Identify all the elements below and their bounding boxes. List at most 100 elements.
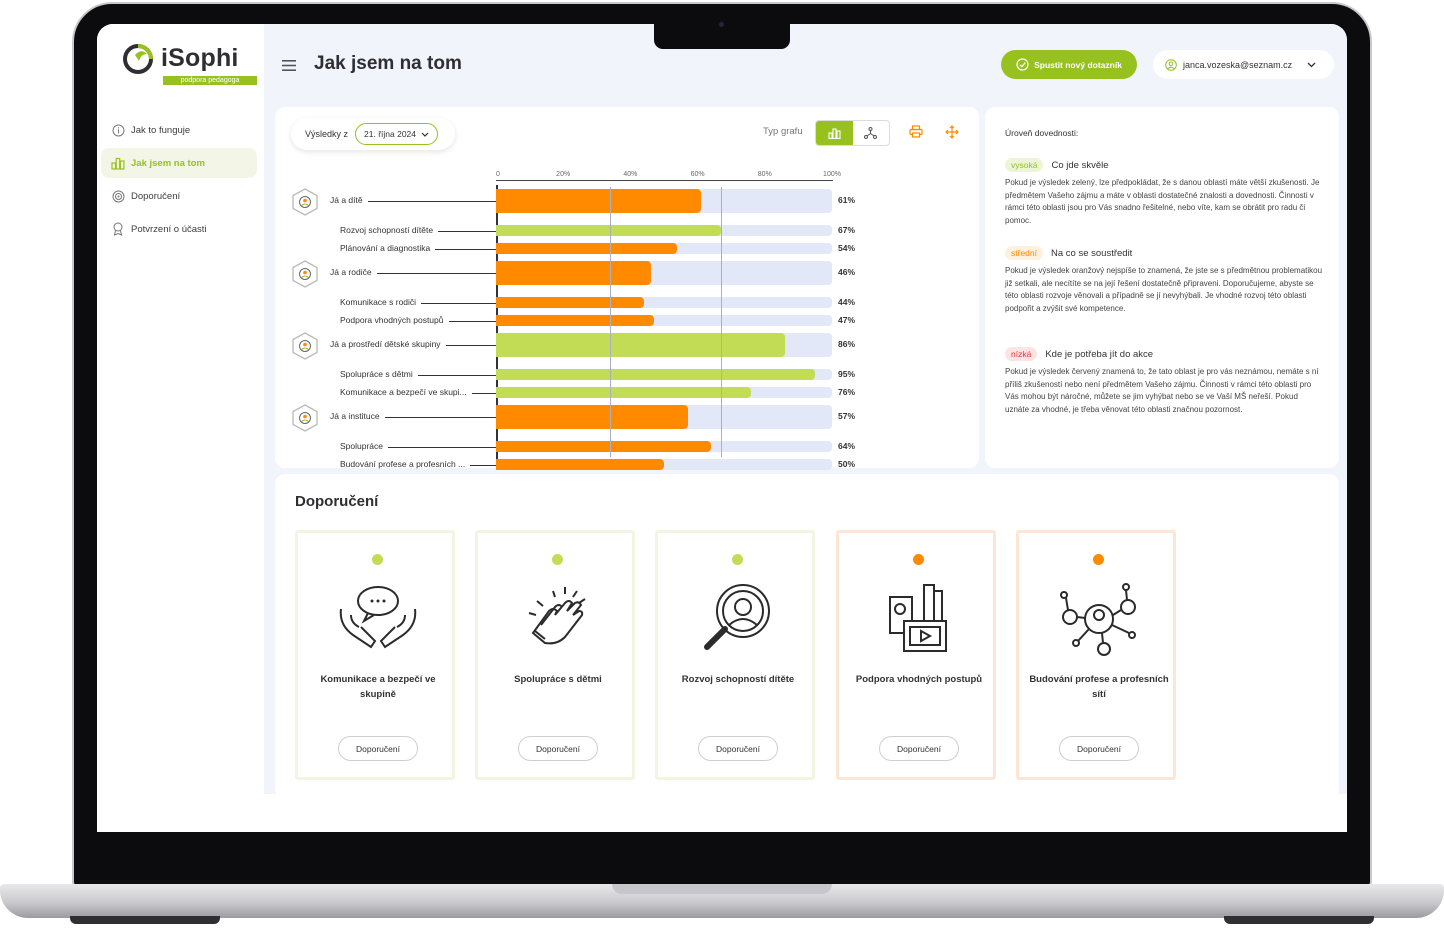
recommendations-title: Doporučení xyxy=(295,493,379,510)
recommendation-button[interactable]: Doporučení xyxy=(518,736,598,761)
recommendation-card[interactable]: Podpora vhodných postupů Doporučení xyxy=(836,530,996,780)
subarea-label: Komunikace a bezpečí ve skupi... xyxy=(340,386,467,397)
skill-level-legend-panel: Úroveň dovednosti: vysoká Co jde skvěle P… xyxy=(985,107,1339,468)
sidebar-item-jak-to-funguje[interactable]: Jak to funguje xyxy=(101,115,257,145)
legend-heading: Kde je potřeba jít do akce xyxy=(1045,348,1154,360)
subarea-bar-track xyxy=(496,459,832,470)
group-bar xyxy=(496,405,688,429)
sidebar: iSophi podpora pedagoga Jak to funguje J… xyxy=(97,24,264,794)
recommendations-panel: Doporučení Komunikace a bezpečí ve skupi… xyxy=(275,474,1339,799)
recommendation-card[interactable]: Spolupráce s dětmi Doporučení xyxy=(475,530,635,780)
hands-speech-icon xyxy=(339,586,417,649)
group-label: Já a dítě xyxy=(330,195,363,205)
legend-text: Pokud je výsledek zelený, lze předpoklád… xyxy=(1005,178,1320,225)
level-badge-low: nízká xyxy=(1005,347,1038,361)
leader-line xyxy=(385,417,496,418)
group-label: Já a prostředí dětské skupiny xyxy=(330,339,441,349)
subarea-label: Podpora vhodných postupů xyxy=(340,314,444,325)
group-bar-track xyxy=(496,405,832,429)
value-label: 61% xyxy=(838,195,856,205)
logo-subtitle: podpora pedagoga xyxy=(163,76,257,85)
subarea-bar xyxy=(496,297,644,308)
info-icon xyxy=(111,123,125,137)
legend-text: Pokud je výsledek červený znamená to, že… xyxy=(1005,367,1319,414)
leader-line xyxy=(446,345,496,346)
legend-item-low: nízká Kde je potřeba jít do akce Pokud je… xyxy=(1005,347,1323,416)
leader-line xyxy=(388,447,496,448)
institution-hex-icon xyxy=(292,404,318,432)
grid-line-a xyxy=(610,187,612,457)
laptop-base-notch xyxy=(612,884,832,894)
subarea-bar-track xyxy=(496,315,832,326)
level-dot xyxy=(1093,554,1104,565)
value-label: 86% xyxy=(838,339,856,349)
level-badge-medium: střední xyxy=(1005,246,1043,260)
value-label: 95% xyxy=(838,368,856,379)
level-dot xyxy=(552,554,563,565)
laptop-foot-right xyxy=(1224,916,1374,924)
leader-line xyxy=(470,465,496,466)
target-icon xyxy=(111,189,125,203)
recommendation-button[interactable]: Doporučení xyxy=(338,736,418,761)
value-label: 47% xyxy=(838,314,856,325)
value-label: 57% xyxy=(838,411,856,421)
screen: iSophi podpora pedagoga Jak to funguje J… xyxy=(97,24,1347,832)
subarea-bar-track xyxy=(496,369,832,380)
leader-line xyxy=(472,393,496,394)
x-tick-label: 40% xyxy=(623,171,638,178)
leader-line xyxy=(418,375,496,376)
subarea-bar-track xyxy=(496,387,832,398)
user-email: janca.vozeska@seznam.cz xyxy=(1183,59,1293,70)
subarea-label: Komunikace s rodiči xyxy=(340,296,417,307)
subarea-label: Rozvoj schopností dítěte xyxy=(340,224,434,235)
value-label: 44% xyxy=(838,296,856,307)
legend-heading: Na co se soustředit xyxy=(1051,247,1133,259)
main-content: Jak jsem na tom Spustit nový dotazník ja… xyxy=(264,24,1347,799)
subarea-label: Spolupráce xyxy=(340,440,384,451)
legend-item-medium: střední Na co se soustředit Pokud je výsl… xyxy=(1005,246,1323,315)
skills-bar-chart: 0 20% 40% 60% 80% 100% Já a dítě 61% Rozvoj scho… xyxy=(275,107,979,470)
new-questionnaire-label: Spustit nový dotazník xyxy=(1034,59,1122,70)
value-label: 64% xyxy=(838,440,856,451)
sidebar-item-potvrzeni[interactable]: Potvrzení o účasti xyxy=(101,214,257,244)
sidebar-item-label: Potvrzení o účasti xyxy=(131,223,207,235)
sidebar-item-doporuceni[interactable]: Doporučení xyxy=(101,181,257,211)
card-title: Budování profese a profesních sítí xyxy=(1029,674,1169,700)
legend-heading: Co jde skvěle xyxy=(1051,159,1109,171)
leader-line xyxy=(421,303,496,304)
subarea-bar xyxy=(496,243,678,254)
group-bar xyxy=(496,261,651,285)
user-menu[interactable]: janca.vozeska@seznam.cz xyxy=(1153,50,1334,79)
sidebar-item-label: Jak to funguje xyxy=(131,124,191,136)
edit-check-icon xyxy=(1016,58,1029,71)
recommendation-button[interactable]: Doporučení xyxy=(879,736,959,761)
camera-icon xyxy=(719,22,724,27)
leader-line xyxy=(377,273,496,274)
hamburger-menu-icon[interactable] xyxy=(282,58,296,76)
subarea-bar-track xyxy=(496,441,832,452)
subarea-bar xyxy=(496,387,752,398)
group-bar xyxy=(496,189,701,213)
logo-text: iSophi xyxy=(161,44,239,72)
value-label: 54% xyxy=(838,242,856,253)
recommendation-button[interactable]: Doporučení xyxy=(1059,736,1139,761)
recommendation-button[interactable]: Doporučení xyxy=(698,736,778,761)
subarea-bar xyxy=(496,441,712,452)
recommendation-card[interactable]: Rozvoj schopností dítěte Doporučení xyxy=(655,530,815,780)
magnifier-child-icon xyxy=(704,584,770,650)
group-bar-track xyxy=(496,333,832,357)
leader-line xyxy=(435,249,496,250)
card-title: Podpora vhodných postupů xyxy=(855,674,983,685)
sidebar-item-label: Doporučení xyxy=(131,190,181,202)
card-title: Komunikace a bezpečí ve skupině xyxy=(320,674,436,700)
level-dot xyxy=(372,554,383,565)
leader-line xyxy=(368,201,496,202)
subarea-label: Budování profese a profesních ... xyxy=(340,458,466,469)
new-questionnaire-button[interactable]: Spustit nový dotazník xyxy=(1001,50,1137,79)
recommendation-card[interactable]: Komunikace a bezpečí ve skupině Doporuče… xyxy=(295,530,455,780)
subarea-bar xyxy=(496,225,722,236)
recommendation-card[interactable]: Budování profese a profesních sítí Dopor… xyxy=(1016,530,1176,780)
sidebar-item-jak-jsem-na-tom[interactable]: Jak jsem na tom xyxy=(101,148,257,178)
subarea-label: Plánování a diagnostika xyxy=(340,242,431,253)
subarea-bar xyxy=(496,459,664,470)
